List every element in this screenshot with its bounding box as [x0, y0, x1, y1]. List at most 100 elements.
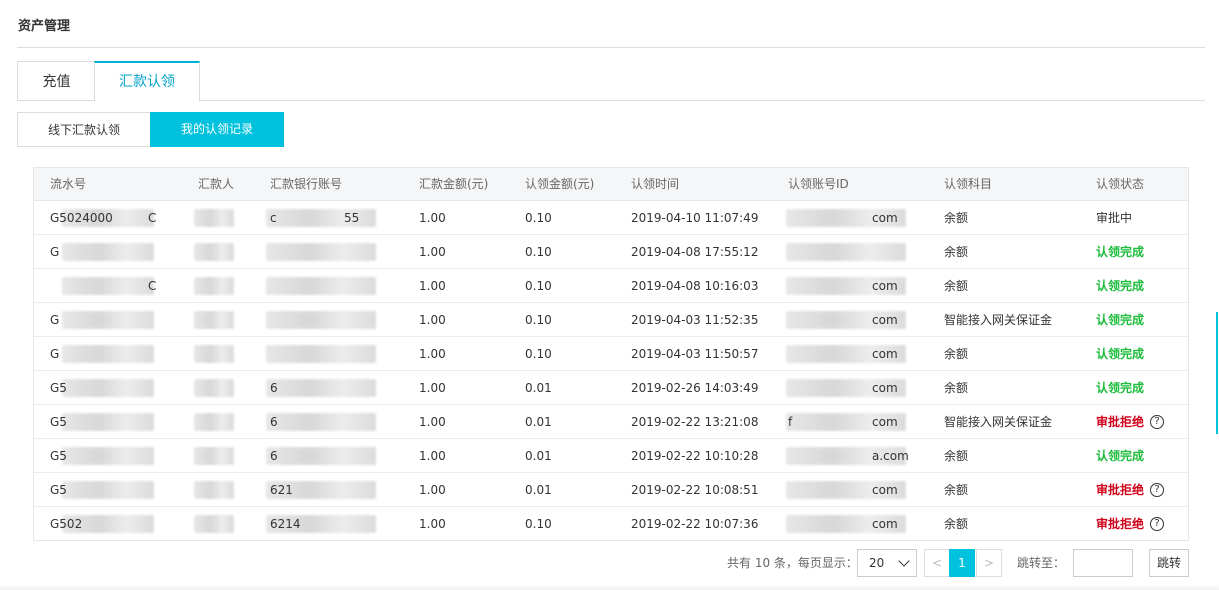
cell-subject: 余额 — [944, 211, 969, 225]
cell-amount: 1.00 — [419, 245, 446, 259]
cell-claim-amount: 0.01 — [525, 483, 552, 497]
cell-subject: 余额 — [944, 381, 969, 395]
cell-claim-amount: 0.10 — [525, 347, 552, 361]
cell-claim-time: 2019-02-22 10:08:51 — [631, 483, 759, 497]
cell-serial: G — [50, 245, 60, 259]
cell-account-id: f — [788, 415, 793, 429]
header-status: 认领状态 — [1096, 177, 1145, 191]
cell-amount: 1.00 — [419, 381, 446, 395]
jump-label: 跳转至： — [1017, 556, 1066, 570]
cell-account-id-suffix: com — [872, 483, 898, 497]
cell-status: 认领完成 — [1096, 449, 1145, 463]
cell-subject: 余额 — [944, 245, 969, 259]
masked-remitter — [194, 447, 234, 465]
cell-subject: 余额 — [944, 279, 969, 293]
cell-bank-account: 6 — [270, 381, 278, 395]
cell-status: 认领完成 — [1096, 347, 1145, 361]
jump-page-input[interactable] — [1073, 549, 1133, 577]
page-1-button[interactable]: 1 — [949, 549, 975, 577]
cell-account-id-suffix: com — [872, 313, 898, 327]
cell-claim-time: 2019-02-22 10:10:28 — [631, 449, 759, 463]
cell-claim-time: 2019-04-10 11:07:49 — [631, 211, 759, 225]
masked-remitter — [194, 243, 234, 261]
prev-page-button[interactable]: < — [924, 549, 950, 577]
question-circle-icon[interactable]: ? — [1150, 482, 1165, 497]
cell-amount: 1.00 — [419, 449, 446, 463]
header-subject: 认领科目 — [944, 177, 993, 191]
header-remitter: 汇款人 — [198, 177, 235, 191]
masked-serial — [62, 311, 154, 329]
cell-serial: G502 — [50, 517, 83, 531]
cell-amount: 1.00 — [419, 483, 446, 497]
masked-bank-account — [266, 345, 376, 363]
cell-bank-account: 6 — [270, 415, 278, 429]
cell-claim-time: 2019-04-03 11:50:57 — [631, 347, 759, 361]
cell-status: 审批拒绝 — [1096, 483, 1145, 497]
cell-status: 认领完成 — [1096, 279, 1145, 293]
cell-claim-amount: 0.10 — [525, 279, 552, 293]
cell-subject: 余额 — [944, 517, 969, 531]
table-header: 流水号 汇款人 汇款银行账号 汇款金额(元) 认领金额(元) 认领时间 认领账号… — [34, 168, 1188, 201]
side-scroll-indicator — [1216, 312, 1218, 434]
subtab-offline-claim[interactable]: 线下汇款认领 — [17, 112, 151, 147]
masked-serial — [62, 447, 154, 465]
masked-remitter — [194, 481, 234, 499]
masked-serial — [62, 243, 154, 261]
cell-status: 认领完成 — [1096, 313, 1145, 327]
cell-claim-time: 2019-04-03 11:52:35 — [631, 313, 759, 327]
question-circle-icon[interactable]: ? — [1150, 516, 1165, 531]
cell-serial: G5 — [50, 415, 67, 429]
jump-button[interactable]: 跳转 — [1149, 549, 1189, 577]
cell-serial: G — [50, 347, 60, 361]
cell-serial-suffix: C — [148, 279, 157, 293]
cell-amount: 1.00 — [419, 347, 446, 361]
masked-remitter — [194, 209, 234, 227]
next-page-button[interactable]: > — [976, 549, 1002, 577]
masked-remitter — [194, 277, 234, 295]
header-account-id: 认领账号ID — [788, 177, 849, 191]
masked-bank-account — [266, 209, 376, 227]
masked-bank-account — [266, 413, 376, 431]
cell-serial: G5024000 — [50, 211, 113, 225]
cell-claim-time: 2019-02-22 13:21:08 — [631, 415, 759, 429]
masked-remitter — [194, 345, 234, 363]
cell-status: 审批中 — [1096, 211, 1133, 225]
masked-remitter — [194, 311, 234, 329]
pagination: 共有 10 条，每页显示： 20 < 1 > 跳转至： 跳转 — [0, 549, 1219, 577]
cell-claim-amount: 0.10 — [525, 211, 552, 225]
chevron-down-icon — [898, 555, 910, 567]
page-size-value: 20 — [869, 556, 885, 570]
tab-remittance-claim[interactable]: 汇款认领 — [94, 61, 200, 102]
subtab-my-claim-records[interactable]: 我的认领记录 — [150, 112, 284, 147]
masked-remitter — [194, 515, 234, 533]
cell-subject: 余额 — [944, 449, 969, 463]
tab-recharge[interactable]: 充值 — [17, 61, 95, 101]
header-serial: 流水号 — [50, 177, 87, 191]
masked-account-id — [786, 243, 906, 261]
status-cell: 审批拒绝? — [1096, 473, 1165, 507]
table-row: G5024000 Cc 55 1.00 0.10 2019-04-10 11:07:49 c… — [34, 201, 1188, 235]
table-row: G 1.00 0.10 2019-04-03 11:50:57 com 余额 认领完成 — [34, 337, 1188, 371]
cell-bank-account: c — [270, 211, 277, 225]
cell-amount: 1.00 — [419, 517, 446, 531]
cell-claim-time: 2019-04-08 10:16:03 — [631, 279, 759, 293]
cell-subject: 智能接入网关保证金 — [944, 313, 1053, 327]
page-size-select[interactable]: 20 — [857, 549, 917, 577]
cell-amount: 1.00 — [419, 211, 446, 225]
header-claim-time: 认领时间 — [631, 177, 680, 191]
cell-bank-account-suffix: 55 — [344, 211, 360, 225]
header-bank-account: 汇款银行账号 — [270, 177, 343, 191]
cell-claim-time: 2019-02-22 10:07:36 — [631, 517, 759, 531]
cell-subject: 余额 — [944, 483, 969, 497]
bottom-shadow — [0, 584, 1219, 590]
cell-claim-time: 2019-02-26 14:03:49 — [631, 381, 759, 395]
cell-amount: 1.00 — [419, 415, 446, 429]
cell-serial: G5 — [50, 483, 67, 497]
cell-subject: 余额 — [944, 347, 969, 361]
question-circle-icon[interactable]: ? — [1150, 414, 1165, 429]
cell-claim-time: 2019-04-08 17:55:12 — [631, 245, 759, 259]
cell-status: 审批拒绝 — [1096, 517, 1145, 531]
cell-bank-account: 621 — [270, 483, 293, 497]
cell-amount: 1.00 — [419, 313, 446, 327]
cell-account-id-suffix: com — [872, 279, 898, 293]
